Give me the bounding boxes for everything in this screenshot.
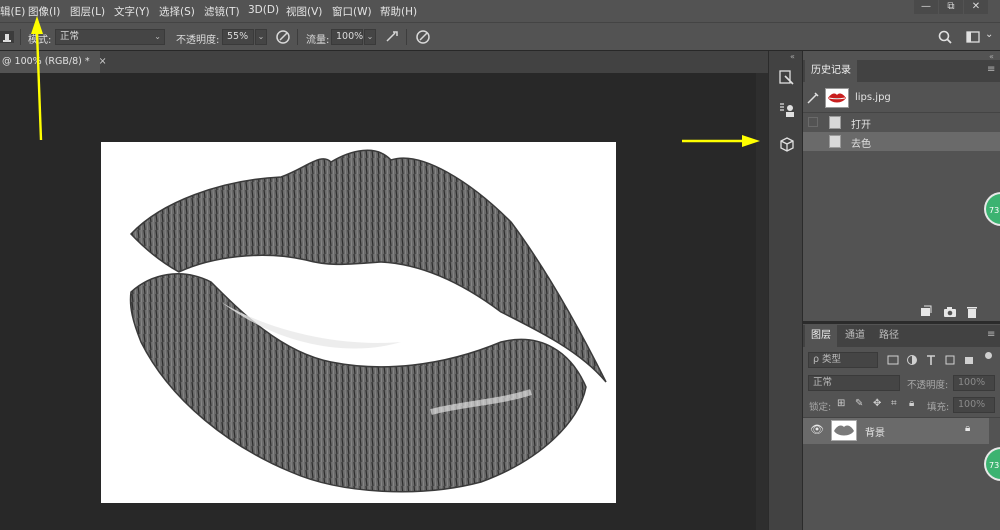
chevron-down-icon[interactable]: ⌄ [985, 29, 993, 40]
lock-pixels-icon[interactable]: ⊞ [837, 398, 845, 409]
3d-cube-icon[interactable] [777, 135, 797, 155]
lock-artboard-icon[interactable]: ⌗ [891, 398, 897, 409]
close-tab-button[interactable]: × [99, 56, 107, 67]
history-step-open[interactable]: 打开 [803, 113, 1000, 132]
history-panel-tabs: 历史记录 ≡ [803, 60, 1000, 82]
menu-3d[interactable]: 3D(D) [248, 4, 279, 16]
lock-label: 锁定: [809, 402, 832, 413]
document-tab-bar: @ 100% (RGB/8) * × [0, 51, 770, 73]
lips-thumbnail-icon [834, 425, 854, 436]
history-step-label: 打开 [851, 120, 871, 131]
panel-icon-strip: « [768, 51, 802, 530]
adjustment-filter-icon[interactable] [906, 354, 918, 366]
snapshot-thumbnail [825, 88, 849, 108]
eye-icon[interactable]: 👁︎ [810, 423, 824, 436]
search-icon[interactable] [936, 28, 954, 46]
annotation-arrow-icon [31, 16, 43, 141]
history-step-desaturate[interactable]: 去色 [803, 132, 1000, 151]
tab-channels[interactable]: 通道 [839, 325, 871, 347]
clone-source-icon[interactable] [777, 101, 797, 121]
menu-bar: 辑(E) 图像(I) 图层(L) 文字(Y) 选择(S) 滤镜(T) 3D(D)… [0, 0, 1000, 22]
tab-layers[interactable]: 图层 [805, 325, 837, 347]
history-brush-icon[interactable] [806, 91, 820, 105]
document-canvas[interactable] [101, 142, 616, 503]
flow-dropdown[interactable]: ⌄ [364, 29, 376, 45]
tab-history[interactable]: 历史记录 [805, 60, 857, 82]
separator [297, 29, 298, 45]
blend-mode-select[interactable]: 正常 [808, 375, 900, 391]
shape-filter-icon[interactable] [944, 354, 956, 366]
panel-menu-icon[interactable]: ≡ [987, 329, 995, 340]
history-step-checkbox[interactable] [808, 117, 818, 127]
document-icon [829, 116, 841, 129]
separator [406, 29, 407, 45]
separator [20, 29, 21, 45]
opacity-input[interactable]: 55% [222, 29, 254, 45]
layer-opacity-input[interactable]: 100% [953, 375, 995, 391]
panel-divider [803, 321, 1000, 324]
menu-type[interactable]: 文字(Y) [114, 4, 150, 19]
annotation-arrow-icon [682, 135, 760, 147]
mode-value: 正常 [60, 31, 80, 42]
fill-input[interactable]: 100% [953, 397, 995, 413]
collapse-icon[interactable]: « [790, 52, 795, 61]
new-document-from-state-icon[interactable] [919, 305, 933, 319]
smart-object-filter-icon[interactable] [963, 354, 975, 366]
flow-label: 流量: [306, 35, 330, 46]
right-panels: « 历史记录 ≡ lips.jpg 打开 去色 图层 通道 路径 ≡ ρ 类型 … [802, 51, 1000, 530]
filter-toggle-icon[interactable] [985, 352, 992, 359]
menu-help[interactable]: 帮助(H) [380, 4, 417, 19]
lock-position-icon[interactable]: ✥ [873, 398, 881, 409]
lock-all-icon[interactable]: 🔒︎ [909, 398, 914, 409]
menu-filter[interactable]: 滤镜(T) [204, 4, 240, 19]
pixel-filter-icon[interactable] [887, 354, 899, 366]
workspace-icon[interactable] [965, 28, 983, 46]
pressure-opacity-icon[interactable] [274, 28, 292, 46]
close-window-button[interactable]: ✕ [964, 0, 988, 14]
menu-view[interactable]: 视图(V) [286, 4, 322, 19]
lock-icons: ⊞ ✎ ✥ ⌗ 🔒︎ [837, 398, 917, 412]
layer-row-background[interactable]: 👁︎ 背景 🔒︎ [803, 418, 989, 444]
snapshot-name: lips.jpg [855, 92, 891, 103]
history-snapshot[interactable]: lips.jpg [803, 86, 1000, 110]
menu-select[interactable]: 选择(S) [159, 4, 195, 19]
panel-menu-icon[interactable]: ≡ [987, 64, 995, 75]
pressure-size-icon[interactable] [414, 28, 432, 46]
layer-thumbnail [831, 420, 857, 441]
menu-window[interactable]: 窗口(W) [332, 4, 372, 19]
clone-stamp-tool-icon[interactable] [0, 28, 18, 46]
lock-icon: 🔒︎ [965, 423, 971, 434]
chevron-down-icon: ⌄ [154, 32, 161, 41]
airbrush-icon[interactable] [383, 28, 401, 46]
mode-select[interactable]: 正常 ⌄ [55, 29, 165, 45]
layer-opacity-label: 不透明度: [907, 380, 949, 391]
layer-filter-icons [887, 352, 997, 368]
tab-paths[interactable]: 路径 [873, 325, 905, 347]
camera-icon[interactable] [943, 305, 957, 319]
history-brush-icon[interactable] [777, 68, 797, 88]
layer-filter-select[interactable]: ρ 类型 [808, 352, 878, 368]
menu-edit[interactable]: 辑(E) [0, 4, 25, 19]
type-filter-icon[interactable] [925, 354, 937, 366]
document-icon [829, 135, 841, 148]
minimize-button[interactable]: — [914, 0, 938, 14]
trash-icon[interactable] [965, 305, 979, 319]
menu-layer[interactable]: 图层(L) [70, 4, 105, 19]
opacity-label: 不透明度: [176, 35, 220, 46]
flow-input[interactable]: 100% [331, 29, 363, 45]
layer-name: 背景 [865, 428, 885, 439]
opacity-dropdown[interactable]: ⌄ [255, 29, 267, 45]
options-bar: 模式: 正常 ⌄ 不透明度: 55% ⌄ 流量: 100% ⌄ ⌄ [0, 22, 1000, 50]
lips-image [129, 149, 607, 493]
lips-thumbnail-icon [828, 93, 846, 103]
history-step-label: 去色 [851, 139, 871, 150]
history-step-checkbox[interactable] [808, 136, 818, 146]
fill-label: 填充: [927, 402, 950, 413]
restore-button[interactable]: ⧉ [939, 0, 963, 14]
layers-panel-tabs: 图层 通道 路径 ≡ [803, 325, 1000, 347]
lock-brush-icon[interactable]: ✎ [855, 398, 863, 409]
